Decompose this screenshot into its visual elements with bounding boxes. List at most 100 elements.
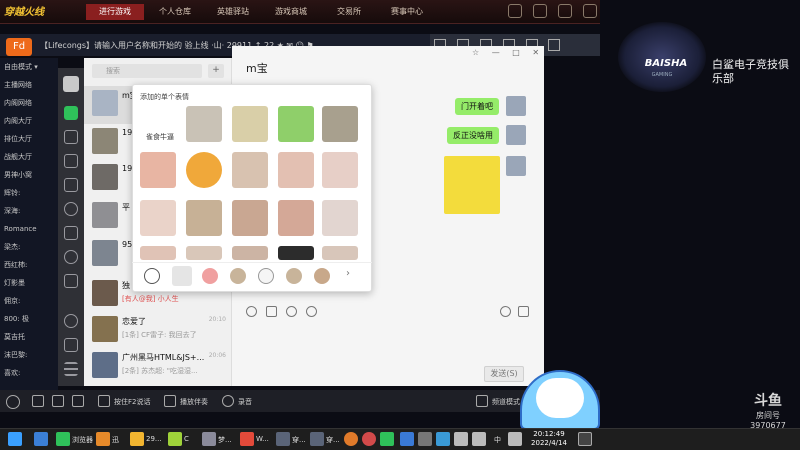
sticker[interactable]: [232, 152, 268, 188]
moments-icon[interactable]: [64, 202, 78, 216]
channel-item[interactable]: 沫巴黎:: [0, 346, 58, 364]
record-icon[interactable]: [222, 395, 234, 407]
emoji-icon[interactable]: [246, 306, 257, 317]
close-icon[interactable]: [548, 39, 561, 51]
bluetooth-icon[interactable]: [436, 432, 450, 446]
channel-item[interactable]: 灯影墨: [0, 274, 58, 292]
sticker[interactable]: [278, 106, 314, 142]
windows-start-icon[interactable]: [8, 432, 22, 446]
tab-shop[interactable]: 游戏商城: [262, 4, 320, 20]
sticker[interactable]: [186, 246, 222, 260]
taskbar-app-label[interactable]: 穿...: [326, 435, 340, 445]
channel-item[interactable]: 梁杰:: [0, 238, 58, 256]
chevron-right-icon[interactable]: ›: [346, 268, 350, 279]
tray-icon[interactable]: [418, 432, 432, 446]
search-input[interactable]: 搜索: [92, 64, 202, 78]
chat-icon[interactable]: [64, 106, 78, 120]
tab-events[interactable]: 赛事中心: [378, 4, 436, 20]
cube-icon[interactable]: [64, 154, 78, 168]
channel-item[interactable]: 辉铃:: [0, 184, 58, 202]
channel-item[interactable]: 深海:: [0, 202, 58, 220]
sticker[interactable]: [232, 246, 268, 260]
mini-program-icon[interactable]: [64, 226, 78, 240]
add-button[interactable]: +: [208, 64, 224, 78]
gear-icon[interactable]: [532, 4, 547, 18]
avatar[interactable]: [63, 76, 79, 92]
channel-item[interactable]: 莫吉托: [0, 328, 58, 346]
channel-item[interactable]: Romance: [0, 220, 58, 238]
send-button[interactable]: 发送(S): [484, 366, 524, 382]
sticker-pack-tab-icon[interactable]: [202, 268, 218, 284]
panda-tab-icon[interactable]: [258, 268, 274, 284]
sticker[interactable]: [322, 152, 358, 188]
room-home-icon[interactable]: Fd: [6, 38, 32, 56]
chrome-icon[interactable]: [240, 432, 254, 446]
channel-item[interactable]: 喜欢:: [0, 364, 58, 382]
phone-icon[interactable]: [64, 338, 78, 352]
sticker[interactable]: [186, 200, 222, 236]
smiley-tab-icon[interactable]: [144, 268, 160, 284]
app-icon[interactable]: [310, 432, 324, 446]
heart-tab-icon[interactable]: [172, 266, 192, 286]
channel-item[interactable]: 西红柿:: [0, 256, 58, 274]
sticker[interactable]: [140, 246, 176, 260]
channel-item[interactable]: 战舰大厅: [0, 148, 58, 166]
pin-icon[interactable]: ☆: [472, 48, 479, 57]
star-icon[interactable]: [64, 274, 78, 288]
channel-item[interactable]: 内阁网络: [0, 94, 58, 112]
close-icon[interactable]: [582, 4, 597, 18]
app-icon[interactable]: [276, 432, 290, 446]
avatar[interactable]: [6, 395, 20, 409]
folder-icon[interactable]: [64, 178, 78, 192]
sticker[interactable]: [232, 200, 268, 236]
camera-icon[interactable]: [476, 395, 488, 407]
app-icon[interactable]: [362, 432, 376, 446]
record-label[interactable]: 录音: [238, 397, 252, 407]
taskbar-app-label[interactable]: 迅: [112, 435, 119, 445]
app-icon[interactable]: [202, 432, 216, 446]
channel-mode-label[interactable]: 频道模式: [492, 397, 520, 407]
tab-hero-station[interactable]: 英雄驿站: [204, 4, 262, 20]
equalizer-icon[interactable]: [72, 395, 84, 407]
play-accompaniment-label[interactable]: 播放伴奏: [180, 397, 208, 407]
edge-icon[interactable]: [34, 432, 48, 446]
sticker[interactable]: [278, 200, 314, 236]
channel-item[interactable]: 排位大厅: [0, 130, 58, 148]
app-icon[interactable]: [130, 432, 144, 446]
menu-icon[interactable]: [64, 362, 78, 376]
chat-bubble-icon[interactable]: [306, 306, 317, 317]
sticker[interactable]: [322, 106, 358, 142]
push-to-talk-label[interactable]: 按住F2说话: [114, 397, 150, 407]
sticker[interactable]: [278, 152, 314, 188]
list-item[interactable]: 恋爱了 [1条] CF雷子: 我回去了 20:10: [84, 312, 232, 350]
channel-item[interactable]: 主播网络: [0, 76, 58, 94]
taskbar-app-label[interactable]: 梦...: [218, 435, 232, 445]
tab-play[interactable]: 进行游戏: [86, 4, 144, 20]
taskbar-app-label[interactable]: 浏览器: [72, 435, 93, 445]
speaker-icon[interactable]: [472, 432, 486, 446]
minimize-icon[interactable]: —: [492, 48, 500, 57]
settings-icon[interactable]: [64, 250, 78, 264]
channel-item[interactable]: 男神小窝: [0, 166, 58, 184]
sticker[interactable]: [186, 106, 222, 142]
keyboard-icon[interactable]: [98, 395, 110, 407]
folder-icon[interactable]: [266, 306, 277, 317]
speaker-icon[interactable]: [32, 395, 44, 407]
tray-icon[interactable]: [508, 432, 522, 446]
thunder-icon[interactable]: [96, 432, 110, 446]
wechat-icon[interactable]: [56, 432, 70, 446]
taskbar-clock[interactable]: 20:12:49 2022/4/14: [524, 430, 574, 448]
tray-icon[interactable]: [454, 432, 468, 446]
sticker[interactable]: [140, 200, 176, 236]
sticker[interactable]: [322, 200, 358, 236]
sticker[interactable]: [232, 106, 268, 142]
notification-icon[interactable]: [578, 432, 592, 446]
phone-icon[interactable]: [500, 306, 511, 317]
channel-item[interactable]: 800: 极: [0, 310, 58, 328]
shield-icon[interactable]: [508, 4, 522, 18]
compass-icon[interactable]: [64, 314, 78, 328]
app-icon[interactable]: [380, 432, 394, 446]
channel-item[interactable]: 自由模式 ▾: [0, 58, 58, 76]
music-icon[interactable]: [164, 395, 176, 407]
list-item[interactable]: 广州黑马HTML&JS+... [2条] 苏杰超: "吃湿湿... 20:06: [84, 348, 232, 386]
